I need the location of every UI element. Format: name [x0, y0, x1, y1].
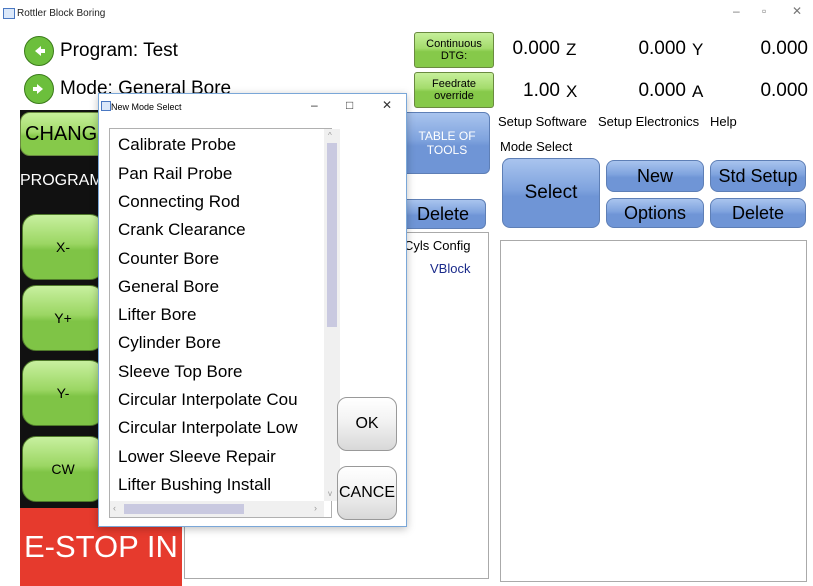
jog-y-plus-button[interactable]: Y+: [22, 285, 104, 351]
readout-value: 0.000: [760, 80, 808, 101]
scroll-down-icon[interactable]: v: [328, 489, 332, 498]
program-section-label: PROGRAM: [20, 172, 103, 189]
mode-listbox[interactable]: Calibrate Probe Pan Rail Probe Connectin…: [109, 128, 340, 518]
close-icon[interactable]: ✕: [792, 4, 802, 18]
table-of-tools-button[interactable]: TABLE OF TOOLS: [398, 112, 490, 174]
list-item[interactable]: Lower Sleeve Repair: [118, 447, 276, 467]
list-item[interactable]: Sleeve Top Bore: [118, 362, 242, 382]
list-item[interactable]: Crank Clearance: [118, 220, 246, 240]
list-item[interactable]: Cylinder Bore: [118, 333, 221, 353]
list-item[interactable]: Calibrate Probe: [118, 135, 236, 155]
scroll-thumb[interactable]: [327, 143, 337, 327]
cyls-config-header: Cyls Config: [404, 238, 471, 253]
new-mode-select-dialog: New Mode Select – □ ✕ Calibrate Probe Pa…: [98, 93, 407, 527]
menu-help[interactable]: Help: [710, 114, 737, 129]
readout-value: 0.000: [760, 38, 808, 59]
jog-cw-button[interactable]: CW: [22, 436, 104, 502]
delete-mode-button[interactable]: Delete: [710, 198, 806, 228]
jog-y-minus-button[interactable]: Y-: [22, 360, 104, 426]
horizontal-scrollbar[interactable]: ‹ ›: [110, 501, 324, 517]
list-item[interactable]: Connecting Rod: [118, 192, 240, 212]
list-item[interactable]: General Bore: [118, 277, 219, 297]
dialog-app-icon: [101, 101, 111, 111]
list-item[interactable]: Lifter Bore: [118, 305, 196, 325]
title-bar: Rottler Block Boring – ▫ ✕: [0, 0, 813, 30]
readout-value: 0.000: [512, 38, 560, 59]
feedrate-override-button[interactable]: Feedrate override: [414, 72, 494, 108]
new-button[interactable]: New: [606, 160, 704, 192]
back-button[interactable]: [24, 36, 54, 66]
arrow-right-icon: [33, 84, 43, 94]
program-label: Program: Test: [60, 40, 178, 61]
axis-label: X: [566, 82, 578, 101]
menu-setup-software[interactable]: Setup Software: [498, 114, 587, 129]
list-item[interactable]: Circular Interpolate Cou: [118, 390, 298, 410]
continuous-dtg-button[interactable]: Continuous DTG:: [414, 32, 494, 68]
jog-x-minus-button[interactable]: X-: [22, 214, 104, 280]
axis-label: Z: [566, 40, 577, 59]
app-icon: [3, 8, 15, 19]
dialog-close-icon[interactable]: ✕: [382, 98, 392, 112]
mode-list-panel: [500, 240, 807, 582]
ok-button[interactable]: OK: [337, 397, 397, 451]
scroll-thumb[interactable]: [124, 504, 244, 514]
vblock-item[interactable]: VBlock: [430, 261, 470, 276]
dialog-title: New Mode Select: [111, 102, 182, 112]
forward-button[interactable]: [24, 74, 54, 104]
axis-label: A: [692, 82, 704, 101]
scroll-up-icon[interactable]: ^: [328, 131, 332, 140]
scroll-right-icon[interactable]: ›: [314, 503, 317, 513]
cancel-button[interactable]: CANCE: [337, 466, 397, 520]
std-setup-button[interactable]: Std Setup: [710, 160, 806, 192]
mode-select-label: Mode Select: [500, 139, 573, 154]
axis-label: Y: [692, 40, 704, 59]
options-button[interactable]: Options: [606, 198, 704, 228]
list-item[interactable]: Circular Interpolate Low: [118, 418, 298, 438]
list-item[interactable]: Counter Bore: [118, 249, 219, 269]
arrow-left-icon: [35, 46, 45, 56]
menu-setup-electronics[interactable]: Setup Electronics: [598, 114, 699, 129]
maximize-icon[interactable]: ▫: [762, 4, 766, 18]
dialog-minimize-icon[interactable]: –: [311, 98, 318, 112]
readout-value: 0.000: [638, 38, 686, 59]
window-title: Rottler Block Boring: [17, 8, 106, 19]
readout-value: 0.000: [638, 80, 686, 101]
list-item[interactable]: Lifter Bushing Install: [118, 475, 271, 495]
minimize-icon[interactable]: –: [733, 4, 740, 18]
readout-value: 1.00: [523, 80, 560, 101]
delete-program-button[interactable]: Delete: [400, 199, 486, 229]
scroll-left-icon[interactable]: ‹: [113, 503, 116, 513]
list-item[interactable]: Pan Rail Probe: [118, 164, 232, 184]
select-button[interactable]: Select: [502, 158, 600, 228]
dialog-maximize-icon[interactable]: □: [346, 98, 353, 112]
